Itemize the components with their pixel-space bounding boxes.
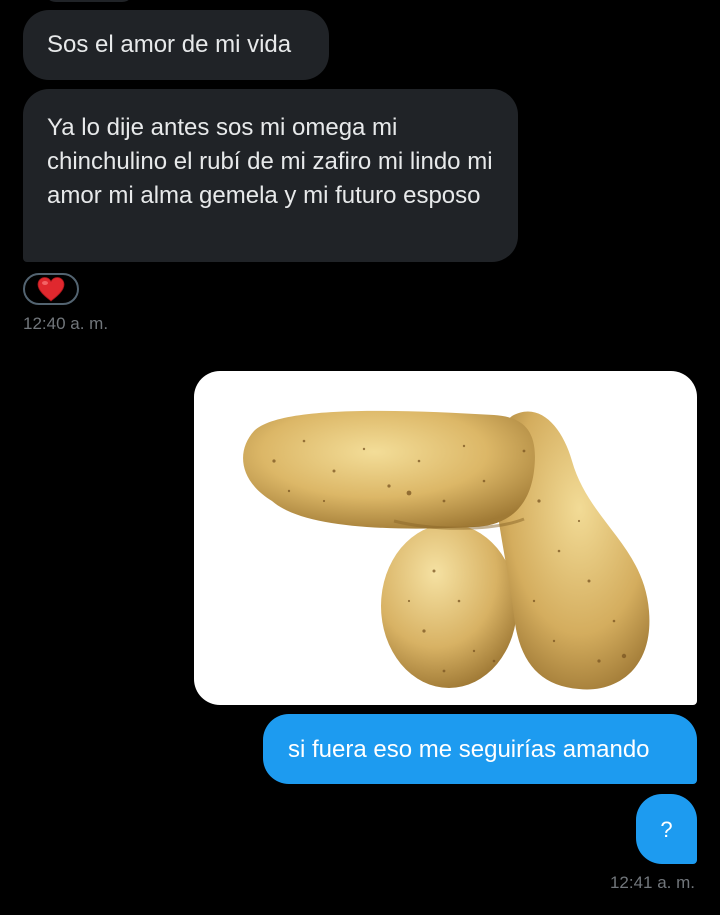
previous-message-bubble: [44, 0, 134, 2]
outgoing-message[interactable]: si fuera eso me seguirías amando: [263, 714, 697, 784]
image-attachment[interactable]: [194, 371, 697, 705]
heart-icon: [37, 277, 65, 302]
message-timestamp: 12:41 a. m.: [609, 873, 695, 892]
potato-image: [243, 410, 650, 690]
incoming-message[interactable]: Sos el amor de mi vida: [23, 10, 329, 80]
outgoing-message[interactable]: ?: [636, 794, 697, 864]
message-timestamp: 12:40 a. m.: [23, 314, 109, 333]
incoming-message[interactable]: Ya lo dije antes sos mi omega mi chinchu…: [23, 89, 518, 262]
reaction-badge[interactable]: [23, 273, 79, 305]
